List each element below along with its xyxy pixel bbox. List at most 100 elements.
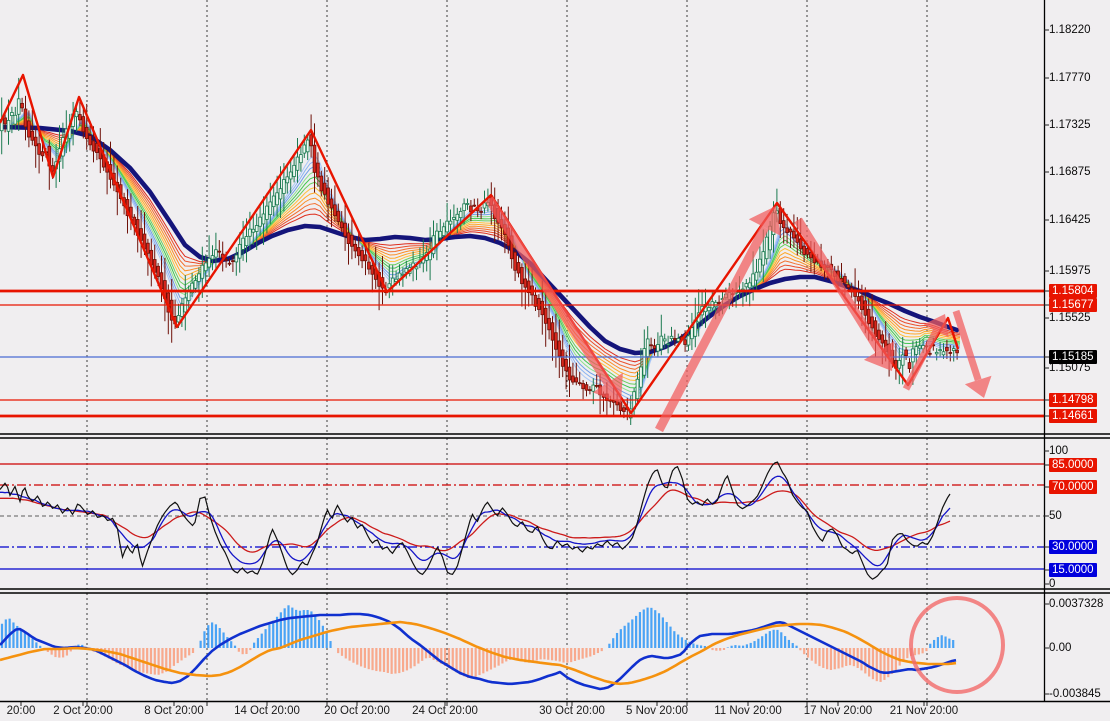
time-label: 14 Oct 20:00 xyxy=(234,705,300,717)
macd-hist-bar-negative xyxy=(562,648,565,663)
bull-candle xyxy=(941,351,946,356)
macd-hist-bar-negative xyxy=(871,648,875,680)
time-label: 30 Oct 20:00 xyxy=(539,705,605,717)
macd-hist-bar-negative xyxy=(589,648,592,657)
macd-hist-bar-negative xyxy=(180,648,183,661)
macd-hist-bar-negative xyxy=(375,648,378,672)
bear-candle xyxy=(30,130,35,141)
bear-candle xyxy=(788,228,793,233)
time-label: 11 Nov 20:00 xyxy=(714,705,782,717)
bull-candle xyxy=(241,237,245,250)
macd-level-label: -0.003845 xyxy=(1049,688,1101,700)
macd-hist-bar-positive xyxy=(222,632,225,648)
macd-hist-bar-positive xyxy=(734,645,737,648)
bear-candle xyxy=(567,366,572,381)
bear-candle xyxy=(877,329,881,340)
bull-candle xyxy=(282,179,286,194)
sr-level-label[interactable]: 1.14661 xyxy=(1049,409,1097,423)
macd-hist-bar-negative xyxy=(146,648,149,674)
macd-hist-bar-negative xyxy=(337,648,340,654)
macd-hist-bar-negative xyxy=(340,648,344,656)
bear-candle xyxy=(866,308,871,325)
macd-hist-bar-positive xyxy=(615,632,619,648)
bear-candle xyxy=(907,362,912,369)
macd-hist-bar-negative xyxy=(409,648,412,669)
macd-hist-bar-negative xyxy=(906,648,909,659)
macd-hist-bar-negative xyxy=(359,648,363,667)
bear-candle xyxy=(564,359,568,372)
bear-candle xyxy=(360,250,364,262)
bear-candle xyxy=(3,117,7,125)
bear-candle xyxy=(27,120,31,138)
macd-hist-bar-positive xyxy=(27,635,30,648)
bear-candle xyxy=(588,389,592,391)
bear-candle xyxy=(802,245,806,255)
macd-hist-bar-negative xyxy=(719,648,722,651)
chart-canvas[interactable] xyxy=(0,0,1110,721)
macd-hist-bar-negative xyxy=(711,648,714,651)
bear-candle xyxy=(550,322,555,341)
bear-candle xyxy=(370,265,375,275)
macd-hist-bar-positive xyxy=(211,622,214,648)
macd-hist-bar-positive xyxy=(661,617,664,648)
bull-candle xyxy=(435,230,439,245)
bear-candle xyxy=(652,345,657,349)
sr-level-label[interactable]: 1.14798 xyxy=(1049,393,1097,407)
bull-candle xyxy=(744,283,749,288)
macd-hist-bar-positive xyxy=(677,634,680,648)
bull-candle xyxy=(707,307,711,312)
macd-hist-bar-negative xyxy=(344,648,347,659)
bear-candle xyxy=(224,259,228,261)
time-label: 2 Oct 20:00 xyxy=(53,705,113,717)
bull-candle xyxy=(911,348,915,363)
bear-candle xyxy=(622,407,626,412)
macd-hist-bar-negative xyxy=(153,648,156,675)
macd-hist-bar-negative xyxy=(363,648,366,668)
time-label: 20 Oct 20:00 xyxy=(324,705,390,717)
bull-candle xyxy=(458,210,463,219)
macd-hist-bar-negative xyxy=(497,648,500,666)
macd-hist-bar-positive xyxy=(272,620,275,648)
macd-hist-bar-positive xyxy=(730,645,733,648)
macd-hist-bar-negative xyxy=(860,648,863,671)
macd-hist-bar-positive xyxy=(207,625,210,648)
macd-hist-bar-negative xyxy=(600,648,603,652)
bear-candle xyxy=(581,383,585,390)
macd-hist-bar-negative xyxy=(875,648,878,682)
macd-hist-bar-negative xyxy=(581,648,584,659)
macd-hist-bar-positive xyxy=(31,638,34,648)
time-label: 8 Oct 20:00 xyxy=(144,705,204,717)
macd-hist-bar-negative xyxy=(176,648,179,664)
sr-level-label[interactable]: 1.15677 xyxy=(1049,298,1097,312)
bull-candle xyxy=(254,225,259,232)
macd-hist-bar-positive xyxy=(696,644,699,648)
sr-level-label[interactable]: 1.15804 xyxy=(1049,284,1097,298)
macd-hist-bar-negative xyxy=(405,648,409,671)
price-tick-label: 1.15975 xyxy=(1049,265,1091,277)
bull-candle xyxy=(295,156,300,171)
bear-candle xyxy=(217,250,222,253)
bear-candle xyxy=(95,142,99,153)
macd-hist-bar-positive xyxy=(654,610,657,648)
macd-hist-bar-positive xyxy=(780,632,783,648)
bull-candle xyxy=(193,280,198,289)
bear-candle xyxy=(863,300,868,316)
macd-hist-bar-positive xyxy=(253,642,256,648)
macd-hist-bar-positive xyxy=(757,638,760,648)
macd-hist-bar-negative xyxy=(413,648,416,667)
macd-hist-bar-negative xyxy=(386,648,389,673)
bear-candle xyxy=(904,349,908,357)
macd-hist-bar-negative xyxy=(818,648,821,667)
bull-candle xyxy=(758,258,762,273)
macd-hist-bar-negative xyxy=(459,648,462,675)
chart-background xyxy=(0,0,1110,721)
macd-hist-bar-negative xyxy=(188,648,191,656)
bull-candle xyxy=(214,249,218,258)
macd-hist-bar-positive xyxy=(764,633,768,648)
macd-hist-bar-positive xyxy=(952,640,955,648)
price-tick-label: 1.17770 xyxy=(1049,72,1091,84)
bull-candle xyxy=(265,205,269,220)
macd-hist-bar-negative xyxy=(826,648,829,670)
bull-candle xyxy=(482,202,487,209)
macd-hist-bar-negative xyxy=(455,648,458,673)
